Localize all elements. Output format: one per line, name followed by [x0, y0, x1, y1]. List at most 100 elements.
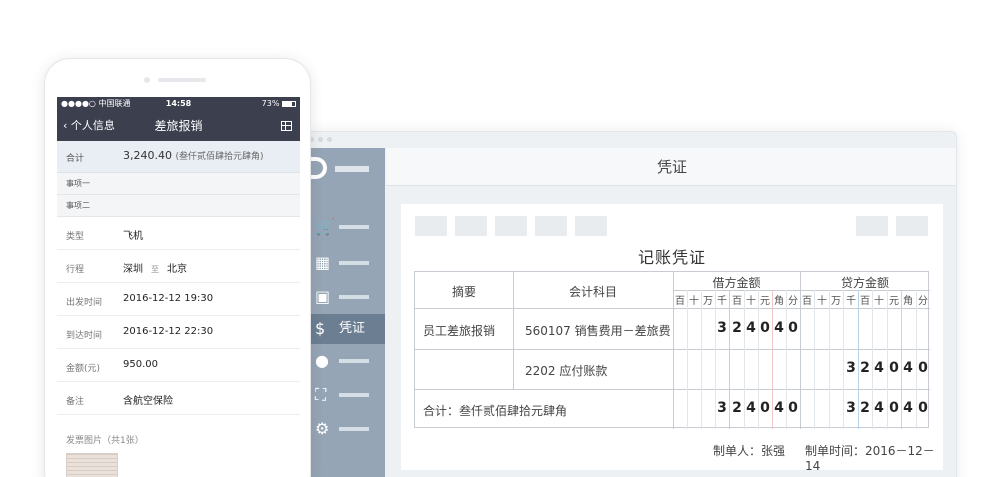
list-menu-icon[interactable] — [281, 121, 292, 131]
board-icon: ▣ — [315, 287, 331, 306]
app-logo — [311, 154, 385, 182]
amount-digit: 0 — [760, 320, 770, 336]
col-account-header: 会计科目 — [568, 285, 617, 299]
amount-digit: 4 — [874, 400, 884, 416]
calendar-icon: ▦ — [315, 253, 331, 272]
voucher-title: 记账凭证 — [637, 248, 706, 267]
digit-header: 元 — [760, 296, 770, 307]
digit-header: 万 — [831, 296, 841, 307]
digit-header: 万 — [703, 296, 713, 307]
invoice-thumbnail[interactable] — [66, 453, 118, 477]
amount-digit: 4 — [774, 320, 784, 336]
toolbar-button[interactable] — [415, 216, 447, 236]
page-title: 差旅报销 — [154, 119, 203, 133]
toolbar-button[interactable] — [535, 216, 567, 236]
phone-speaker — [158, 78, 206, 82]
amount-digit: 2 — [860, 360, 870, 376]
digit-header: 角 — [774, 296, 784, 307]
col-debit-header: 借方金额 — [712, 276, 761, 290]
amount-digit: 4 — [874, 360, 884, 376]
invoice-title: 发票图片（共1张） — [66, 436, 144, 446]
amount-digit: 0 — [788, 320, 798, 336]
digit-header: 元 — [889, 296, 899, 307]
status-bar: ●●●●○ 中国联通 14:58 73% — [57, 97, 300, 111]
window-controls[interactable] — [309, 137, 332, 142]
nav-bar: ‹ 个人信息 差旅报销 — [57, 111, 300, 141]
total-amount: 3,240.40 (叁仟贰佰肆拾元肆角) — [123, 149, 264, 162]
digit-header: 十 — [689, 296, 699, 307]
amount-digit: 3 — [846, 400, 856, 416]
phone-camera — [144, 77, 150, 83]
digit-header: 百 — [802, 296, 812, 307]
digit-header: 百 — [860, 296, 870, 307]
field-arrival: 到达时间 2016-12-12 22:30 — [57, 316, 300, 349]
dollar-cursor-icon: $ — [315, 319, 326, 338]
toolbar-button[interactable] — [455, 216, 487, 236]
digit-header: 十 — [817, 296, 827, 307]
phone-screen: ●●●●○ 中国联通 14:58 73% ‹ 个人信息 差旅报销 合计 3,24… — [57, 97, 300, 477]
gear-icon: ⚙ — [315, 419, 330, 438]
sidebar-item-settings[interactable]: ⚙ — [311, 414, 385, 444]
amount-digit: 2 — [732, 400, 742, 416]
digit-header: 十 — [874, 296, 884, 307]
sidebar-item-board[interactable]: ▣ — [311, 282, 385, 312]
toolbar-button[interactable] — [856, 216, 888, 236]
col-summary-header: 摘要 — [451, 285, 476, 299]
total-label: 合计：叁仟贰佰肆拾元肆角 — [423, 404, 568, 418]
window-title: 凭证 — [386, 148, 956, 186]
toolbar-button[interactable] — [495, 216, 527, 236]
maker-label: 制单人：张强 — [713, 444, 786, 458]
voucher-date: 制单时间：2016－12－14 — [805, 444, 935, 473]
section-header-1[interactable]: 事项一 — [57, 173, 300, 195]
voucher-table: 摘要 会计科目 借方金额 贷方金额 百十万千百十元角分 百十万千百十元角分 员工… — [414, 271, 930, 429]
amount-digit: 0 — [889, 400, 899, 416]
amount-digit: 3 — [717, 320, 727, 336]
amount-digit: 0 — [760, 400, 770, 416]
sidebar-item-calendar[interactable]: ▦ — [311, 248, 385, 278]
field-type: 类型 飞机 — [57, 217, 300, 250]
field-departure: 出发时间 2016-12-12 19:30 — [57, 283, 300, 316]
amount-digit: 0 — [918, 360, 928, 376]
toolbar-button[interactable] — [896, 216, 928, 236]
total-label: 合计 — [66, 154, 85, 164]
amount-digit: 0 — [889, 360, 899, 376]
digit-header: 百 — [732, 296, 742, 307]
debit-digit-headers: 百十万千百十元角分 — [673, 290, 800, 308]
credit-digit-headers: 百十万千百十元角分 — [800, 290, 930, 308]
sidebar-item-voucher[interactable]: $ 凭证 — [311, 314, 385, 344]
digit-header: 分 — [918, 296, 928, 307]
amount-digit: 4 — [746, 400, 756, 416]
row2-account[interactable]: 2202 应付账款 — [525, 362, 607, 379]
amount-digit: 4 — [903, 400, 913, 416]
col-credit-header: 贷方金额 — [840, 276, 889, 290]
digit-header: 百 — [675, 296, 685, 307]
amount-digit: 2 — [860, 400, 870, 416]
battery-icon — [282, 100, 296, 107]
sidebar-item-scan[interactable]: ⛶ — [311, 380, 385, 410]
sidebar-item-cart[interactable]: 🛒 — [311, 212, 385, 242]
sidebar-item-location[interactable]: ● — [311, 346, 385, 376]
amount-digit: 4 — [903, 360, 913, 376]
field-amount: 金额(元) 950.00 — [57, 349, 300, 382]
digit-header: 十 — [746, 296, 756, 307]
amount-digit: 0 — [788, 400, 798, 416]
phone-mockup: ●●●●○ 中国联通 14:58 73% ‹ 个人信息 差旅报销 合计 3,24… — [44, 58, 311, 477]
pin-icon: ● — [315, 351, 329, 370]
battery-status: 73% — [262, 97, 296, 111]
logo-ring-icon — [311, 157, 327, 179]
field-route: 行程 深圳至北京 — [57, 250, 300, 283]
digit-header: 分 — [788, 296, 798, 307]
amount-digit: 3 — [717, 400, 727, 416]
scan-user-icon: ⛶ — [315, 385, 327, 404]
toolbar-button[interactable] — [575, 216, 607, 236]
sidebar-item-label: 凭证 — [339, 321, 366, 336]
row1-account[interactable]: 560107 销售费用－差旅费 — [525, 322, 671, 339]
section-header-2[interactable]: 事项二 — [57, 195, 300, 217]
sidebar: 🛒 ▦ ▣ $ 凭证 ● ⛶ ⚙ — [311, 148, 385, 477]
amount-digit: 0 — [918, 400, 928, 416]
amount-digit: 4 — [774, 400, 784, 416]
amount-digit: 4 — [746, 320, 756, 336]
row1-summary[interactable]: 员工差旅报销 — [423, 322, 495, 339]
total-row: 合计 3,240.40 (叁仟贰佰肆拾元肆角) — [57, 141, 300, 173]
amount-digit: 2 — [732, 320, 742, 336]
